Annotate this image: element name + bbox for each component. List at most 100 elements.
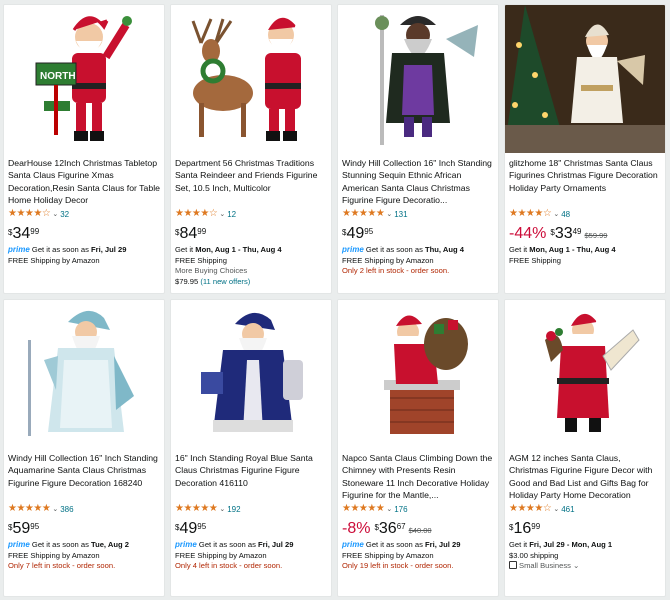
- star-rating-icon: ★★★★☆: [8, 208, 51, 219]
- price-row: $ 84 99: [175, 225, 327, 245]
- price[interactable]: $ 59 95: [8, 520, 39, 537]
- product-image[interactable]: [171, 300, 331, 448]
- product-image[interactable]: [338, 5, 498, 153]
- product-image[interactable]: [338, 300, 498, 448]
- delivery-text: Only 4 left in stock - order soon.: [175, 561, 283, 571]
- price-whole: 49: [346, 225, 365, 242]
- product-title[interactable]: DearHouse 12Inch Christmas Tabletop Sant…: [8, 157, 160, 206]
- price[interactable]: $ 16 99: [509, 520, 540, 537]
- chevron-down-icon[interactable]: ⌄: [386, 505, 392, 513]
- chevron-down-icon[interactable]: ⌄: [52, 505, 58, 513]
- chevron-down-icon[interactable]: ⌄: [219, 505, 225, 513]
- price-fraction: 95: [197, 522, 207, 531]
- small-business-icon: [509, 561, 517, 570]
- review-count[interactable]: 386: [60, 505, 73, 514]
- product-card[interactable]: Napco Santa Claus Climbing Down the Chim…: [337, 299, 499, 597]
- delivery-date: Tue, Aug 2: [91, 540, 129, 549]
- delivery-text: FREE Shipping: [509, 255, 561, 265]
- product-image[interactable]: NORTH: [4, 5, 164, 153]
- delivery-text: Only 7 left in stock - order soon.: [8, 561, 116, 571]
- product-card[interactable]: Windy Hill Collection 16" Inch Standing …: [3, 299, 165, 597]
- rating[interactable]: ★★★★☆ ⌄ 12: [175, 208, 327, 220]
- price-whole: 16: [513, 520, 532, 537]
- rating[interactable]: ★★★★★ ⌄ 131: [342, 208, 494, 220]
- prime-badge: prime: [342, 540, 364, 549]
- delivery-line: prime Get it as soon as Fri, Jul 29: [8, 245, 160, 256]
- product-title[interactable]: glitzhome 18" Christmas Santa Claus Figu…: [509, 157, 661, 206]
- rating[interactable]: ★★★★☆ ⌄ 48: [509, 208, 661, 220]
- star-rating-icon: ★★★★★: [8, 503, 51, 514]
- svg-text:NORTH: NORTH: [40, 71, 76, 82]
- price[interactable]: $ 36 67: [374, 520, 405, 537]
- rating[interactable]: ★★★★☆ ⌄ 461: [509, 503, 661, 515]
- delivery-text: FREE Shipping by Amazon: [8, 550, 100, 560]
- delivery-text: FREE Shipping by Amazon: [175, 550, 267, 560]
- rating[interactable]: ★★★★★ ⌄ 386: [8, 503, 160, 515]
- delivery-text: FREE Shipping by Amazon: [342, 255, 434, 265]
- product-title[interactable]: AGM 12 inches Santa Claus, Christmas Fig…: [509, 452, 661, 501]
- product-title[interactable]: Windy Hill Collection 16" Inch Standing …: [342, 157, 494, 206]
- delivery-line: Only 7 left in stock - order soon.: [8, 561, 160, 572]
- price-whole: 49: [179, 520, 198, 537]
- product-image[interactable]: [505, 5, 665, 153]
- product-card[interactable]: Windy Hill Collection 16" Inch Standing …: [337, 4, 499, 294]
- offers-link[interactable]: (11 new offers): [200, 277, 250, 286]
- rating[interactable]: ★★★★★ ⌄ 192: [175, 503, 327, 515]
- delivery-line: Only 4 left in stock - order soon.: [175, 561, 327, 572]
- chevron-down-icon[interactable]: ⌄: [553, 210, 559, 218]
- delivery-line: FREE Shipping by Amazon: [8, 256, 160, 267]
- product-image[interactable]: [505, 300, 665, 448]
- product-title[interactable]: 16" Inch Standing Royal Blue Santa Claus…: [175, 452, 327, 501]
- chevron-down-icon[interactable]: ⌄: [553, 505, 559, 513]
- delivery-date: Mon, Aug 1 - Thu, Aug 4: [529, 245, 616, 254]
- delivery-text: Get it as soon as: [363, 245, 425, 254]
- delivery-text: Only 2 left in stock - order soon.: [342, 266, 450, 276]
- rating[interactable]: ★★★★★ ⌄ 176: [342, 503, 494, 515]
- delivery-line: FREE Shipping by Amazon: [342, 551, 494, 562]
- review-count[interactable]: 192: [227, 505, 240, 514]
- product-card[interactable]: AGM 12 inches Santa Claus, Christmas Fig…: [504, 299, 666, 597]
- star-rating-icon: ★★★★★: [342, 208, 385, 219]
- delivery-text: Get it as soon as: [29, 245, 91, 254]
- price-fraction: 99: [197, 227, 207, 236]
- delivery-text: FREE Shipping by Amazon: [342, 550, 434, 560]
- price-fraction: 95: [364, 227, 374, 236]
- review-count[interactable]: 32: [60, 210, 69, 219]
- price-row: $ 49 95: [342, 225, 494, 245]
- product-image[interactable]: [4, 300, 164, 448]
- price-whole: 36: [378, 520, 397, 537]
- delivery-text: FREE Shipping by Amazon: [8, 255, 100, 265]
- review-count[interactable]: 461: [561, 505, 574, 514]
- delivery-line: prime Get it as soon as Fri, Jul 29: [175, 540, 327, 551]
- product-card[interactable]: Department 56 Christmas Traditions Santa…: [170, 4, 332, 294]
- price-whole: 33: [554, 225, 573, 242]
- chevron-down-icon[interactable]: ⌄: [386, 210, 392, 218]
- delivery-date: Fri, Jul 29 - Mon, Aug 1: [529, 540, 613, 549]
- product-title[interactable]: Department 56 Christmas Traditions Santa…: [175, 157, 327, 206]
- review-count[interactable]: 12: [227, 210, 236, 219]
- product-card[interactable]: 16" Inch Standing Royal Blue Santa Claus…: [170, 299, 332, 597]
- chevron-down-icon[interactable]: ⌄: [219, 210, 225, 218]
- review-count[interactable]: 48: [561, 210, 570, 219]
- product-card[interactable]: NORTH DearHouse 12Inch Christmas Tableto…: [3, 4, 165, 294]
- rating[interactable]: ★★★★☆ ⌄ 32: [8, 208, 160, 220]
- list-price: $40.00: [408, 526, 432, 535]
- delivery-text: Only 19 left in stock - order soon.: [342, 561, 454, 571]
- delivery-text: Get it: [509, 245, 530, 254]
- product-title[interactable]: Napco Santa Claus Climbing Down the Chim…: [342, 452, 494, 501]
- product-title[interactable]: Windy Hill Collection 16" Inch Standing …: [8, 452, 160, 501]
- price-row: -8% $ 36 67 $40.00: [342, 520, 494, 540]
- price[interactable]: $ 49 95: [175, 520, 206, 537]
- delivery-line: prime Get it as soon as Fri, Jul 29: [342, 540, 494, 551]
- delivery-date: Thu, Aug 4: [425, 245, 464, 254]
- chevron-down-icon[interactable]: ⌄: [52, 210, 58, 218]
- review-count[interactable]: 176: [394, 505, 407, 514]
- price-fraction: 99: [531, 522, 541, 531]
- price[interactable]: $ 84 99: [175, 225, 206, 242]
- price[interactable]: $ 33 49: [550, 225, 581, 242]
- product-card[interactable]: glitzhome 18" Christmas Santa Claus Figu…: [504, 4, 666, 294]
- price[interactable]: $ 49 95: [342, 225, 373, 242]
- price[interactable]: $ 34 99: [8, 225, 39, 242]
- product-image[interactable]: [171, 5, 331, 153]
- review-count[interactable]: 131: [394, 210, 407, 219]
